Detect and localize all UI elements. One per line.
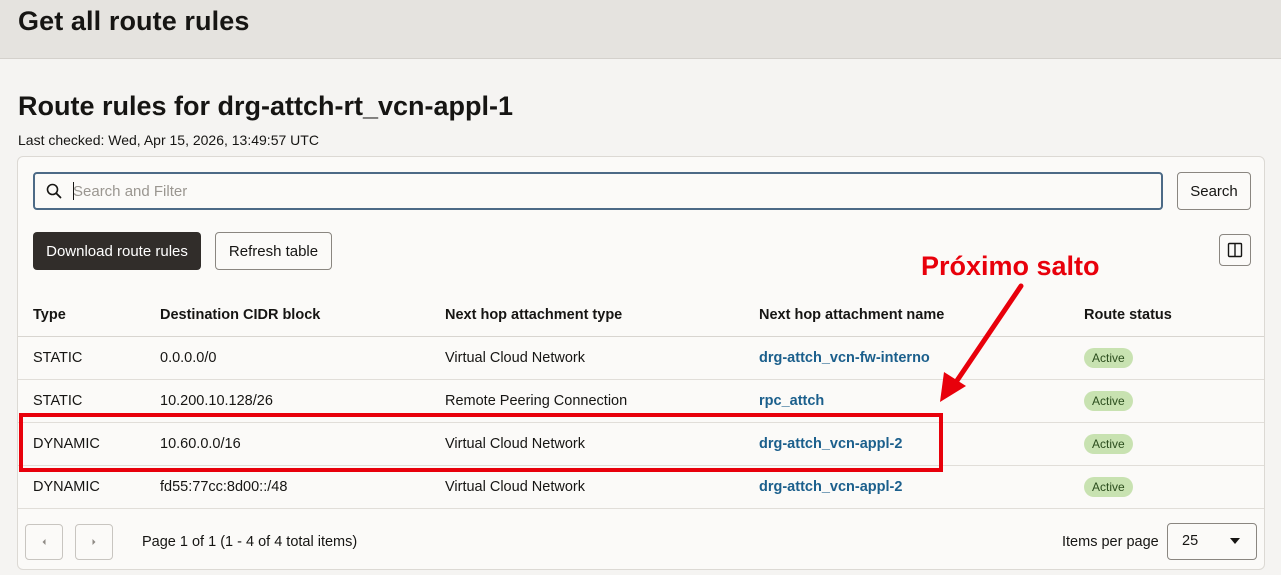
highlight-rectangle — [19, 413, 943, 472]
chevron-left-icon — [42, 539, 46, 545]
pagination-bar: Page 1 of 1 (1 - 4 of 4 total items) Ite… — [18, 508, 1264, 570]
annotation-label: Próximo salto — [921, 251, 1100, 281]
column-header-next-hop-name[interactable]: Next hop attachment name — [759, 293, 944, 336]
search-button[interactable]: Search — [1177, 172, 1251, 210]
table-header-row: Type Destination CIDR block Next hop att… — [18, 293, 1264, 337]
search-input[interactable] — [73, 178, 1143, 204]
status-badge: Active — [1084, 348, 1133, 368]
page-header: Get all route rules — [0, 0, 1281, 59]
next-hop-name-link[interactable]: rpc_attch — [759, 393, 824, 409]
page-title: Get all route rules — [18, 6, 250, 36]
refresh-table-button[interactable]: Refresh table — [215, 232, 332, 270]
section-title: Route rules for drg-attch-rt_vcn-appl-1 — [18, 91, 514, 121]
status-badge: Active — [1084, 477, 1133, 497]
type-cell: DYNAMIC — [33, 479, 100, 495]
destination-cell: fd55:77cc:8d00::/48 — [160, 479, 288, 495]
items-per-page-label: Items per page — [1062, 534, 1159, 550]
search-input-wrapper[interactable] — [33, 172, 1163, 210]
next-hop-name-link[interactable]: drg-attch_vcn-fw-interno — [759, 350, 930, 366]
chevron-right-icon — [92, 539, 96, 545]
route-rules-table: Type Destination CIDR block Next hop att… — [18, 293, 1264, 509]
route-rules-panel: Search Download route rules Refresh tabl… — [17, 156, 1265, 570]
caret-down-icon — [1230, 538, 1240, 544]
pagination-info: Page 1 of 1 (1 - 4 of 4 total items) — [142, 534, 358, 550]
next-hop-type-cell: Virtual Cloud Network — [445, 350, 585, 366]
next-page-button[interactable] — [75, 524, 113, 560]
last-checked-text: Last checked: Wed, Apr 15, 2026, 13:49:5… — [18, 132, 319, 148]
status-badge: Active — [1084, 434, 1133, 454]
search-icon — [46, 183, 62, 199]
annotation-arrow-icon — [940, 283, 1024, 402]
column-settings-button[interactable] — [1219, 234, 1251, 266]
table-row: DYNAMIC fd55:77cc:8d00::/48 Virtual Clou… — [18, 466, 1264, 509]
type-cell: STATIC — [33, 350, 83, 366]
columns-icon — [1227, 242, 1243, 258]
column-header-destination[interactable]: Destination CIDR block — [160, 293, 320, 336]
next-hop-type-cell: Virtual Cloud Network — [445, 479, 585, 495]
destination-cell: 0.0.0.0/0 — [160, 350, 217, 366]
items-per-page-select[interactable]: 25 — [1167, 523, 1257, 560]
column-header-type[interactable]: Type — [33, 293, 66, 336]
text-cursor — [73, 182, 74, 200]
download-route-rules-button[interactable]: Download route rules — [33, 232, 201, 270]
table-row: STATIC 0.0.0.0/0 Virtual Cloud Network d… — [18, 337, 1264, 380]
column-header-next-hop-type[interactable]: Next hop attachment type — [445, 293, 622, 336]
column-header-route-status[interactable]: Route status — [1084, 293, 1172, 336]
previous-page-button[interactable] — [25, 524, 63, 560]
next-hop-name-link[interactable]: drg-attch_vcn-appl-2 — [759, 479, 902, 495]
items-per-page-value: 25 — [1182, 533, 1199, 549]
status-badge: Active — [1084, 391, 1133, 411]
